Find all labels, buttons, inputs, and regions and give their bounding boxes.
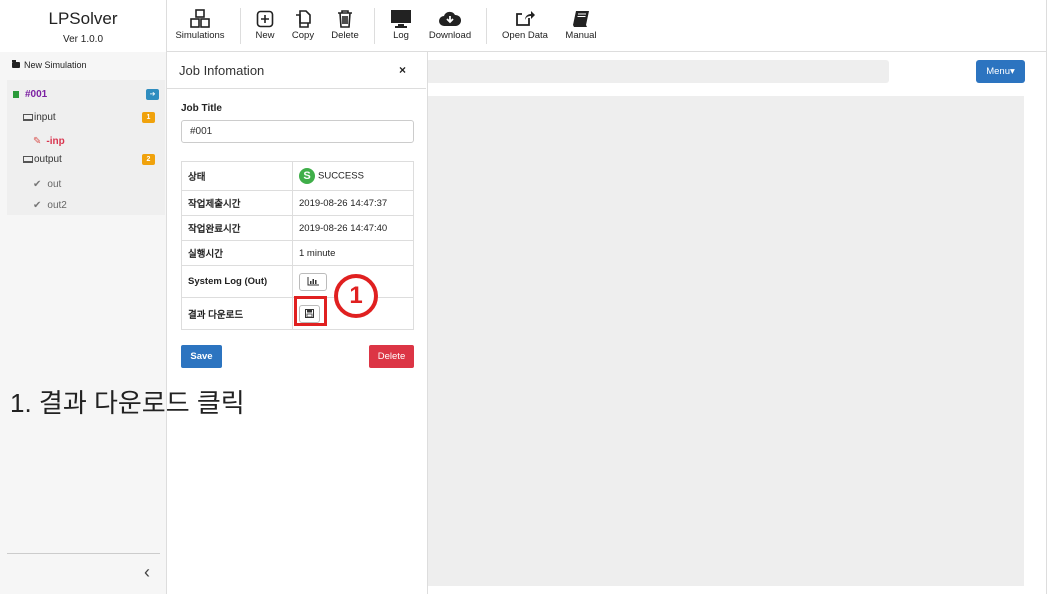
laptop-icon (23, 113, 33, 121)
row-key: 작업완료시간 (181, 215, 293, 241)
trash-icon (328, 8, 362, 30)
edit-icon: ✎ (33, 135, 42, 147)
close-icon[interactable]: × (399, 63, 406, 77)
row-key: 작업제출시간 (181, 190, 293, 216)
workspace-canvas[interactable] (426, 96, 1024, 586)
delete-button[interactable]: Delete (369, 345, 414, 368)
row-key: System Log (Out) (181, 265, 293, 298)
toolbar: Simulations New Copy Delete Log Download (167, 0, 1047, 52)
system-log-button[interactable] (299, 272, 327, 291)
monitor-icon (388, 8, 414, 30)
tree-item-inp[interactable]: ✎ -inp (33, 131, 165, 151)
status-cell: S SUCCESS (292, 161, 414, 191)
manual-button[interactable]: Manual (563, 8, 599, 41)
divider (1046, 0, 1047, 594)
simulations-button[interactable]: Simulations (175, 8, 225, 41)
output-count-badge: 2 (142, 153, 155, 165)
check-icon: ✔ (33, 199, 42, 211)
toolbar-divider (240, 8, 241, 44)
job-id-label: #001 (25, 88, 48, 100)
chevron-left-icon[interactable]: ‹ (144, 562, 150, 583)
book-icon (563, 8, 599, 30)
status-value: SUCCESS (318, 170, 364, 182)
delete-toolbar-label: Delete (331, 30, 359, 41)
toolbar-divider (486, 8, 487, 44)
job-info-panel: Job Infomation × Job Title #001 상태 S SUCC… (167, 52, 428, 594)
log-label: Log (393, 30, 409, 41)
log-button[interactable]: Log (388, 8, 414, 41)
row-key: 실행시간 (181, 240, 293, 266)
input-label: input (34, 111, 56, 123)
instruction-caption: 1. 결과 다운로드 클릭 (10, 388, 245, 418)
panel-title: Job Infomation (179, 63, 265, 78)
tree-item-job[interactable]: #001 ➔ (13, 84, 165, 104)
download-label: Download (428, 30, 472, 41)
simulation-tree: #001 ➔ input 1 ✎ -inp output 2 ✔ out ✔ o… (7, 80, 165, 215)
new-simulation-link[interactable]: New Simulation (12, 60, 87, 70)
app-version: Ver 1.0.0 (62, 34, 104, 45)
cloud-download-icon (426, 8, 474, 30)
job-open-badge[interactable]: ➔ (146, 88, 159, 100)
table-row: System Log (Out) (181, 265, 414, 298)
share-icon (500, 8, 550, 30)
copy-label: Copy (291, 30, 315, 41)
search-bar[interactable] (426, 60, 889, 83)
copy-button[interactable]: Copy (288, 8, 318, 41)
folder-icon (12, 60, 20, 68)
check-icon: ✔ (33, 178, 42, 190)
tree-item-input[interactable]: input 1 (23, 107, 165, 127)
highlight-box (294, 296, 327, 326)
input-count-badge: 1 (142, 111, 155, 123)
row-value: 2019-08-26 14:47:37 (292, 190, 414, 216)
out-label: out (47, 178, 62, 190)
save-button[interactable]: Save (181, 345, 222, 368)
new-label: New (255, 30, 275, 41)
simulations-label: Simulations (175, 30, 225, 41)
inp-label: -inp (46, 135, 65, 147)
job-status-icon (13, 90, 19, 98)
table-row: 작업완료시간 2019-08-26 14:47:40 (181, 215, 414, 241)
menu-button[interactable]: Menu▾ (976, 60, 1025, 83)
row-value: 1 minute (292, 240, 414, 266)
row-key: 상태 (181, 161, 293, 191)
table-row: 상태 S SUCCESS (181, 161, 414, 191)
open-data-label: Open Data (502, 30, 548, 41)
manual-label: Manual (565, 30, 597, 41)
table-row: 실행시간 1 minute (181, 240, 414, 266)
bar-chart-icon (307, 277, 319, 286)
row-key: 결과 다운로드 (181, 297, 293, 330)
new-simulation-label: New Simulation (24, 60, 87, 70)
toolbar-divider (374, 8, 375, 44)
out2-label: out2 (47, 199, 67, 211)
delete-toolbar-button[interactable]: Delete (328, 8, 362, 41)
job-title-input[interactable]: #001 (181, 120, 414, 143)
table-row: 작업제출시간 2019-08-26 14:47:37 (181, 190, 414, 216)
brand-area: LPSolver Ver 1.0.0 (0, 0, 167, 52)
job-title-label: Job Title (181, 103, 222, 114)
app-name: LPSolver (48, 9, 118, 28)
copy-icon (288, 8, 318, 30)
tree-item-output[interactable]: output 2 (23, 149, 165, 169)
row-value: 2019-08-26 14:47:40 (292, 215, 414, 241)
output-label: output (34, 153, 62, 165)
laptop-icon (23, 155, 33, 163)
download-button[interactable]: Download (426, 8, 474, 41)
sidebar: New Simulation #001 ➔ input 1 ✎ -inp out… (0, 52, 167, 594)
panel-header: Job Infomation × (167, 52, 426, 89)
step-marker: 1 (334, 274, 378, 318)
tree-item-out2[interactable]: ✔ out2 (33, 195, 165, 215)
new-button[interactable]: New (251, 8, 279, 41)
open-data-button[interactable]: Open Data (500, 8, 550, 41)
cubes-icon (175, 8, 225, 30)
success-icon: S (299, 168, 315, 184)
tree-item-out[interactable]: ✔ out (33, 174, 165, 194)
plus-square-icon (251, 8, 279, 30)
sidebar-footer: ‹ (7, 553, 160, 593)
